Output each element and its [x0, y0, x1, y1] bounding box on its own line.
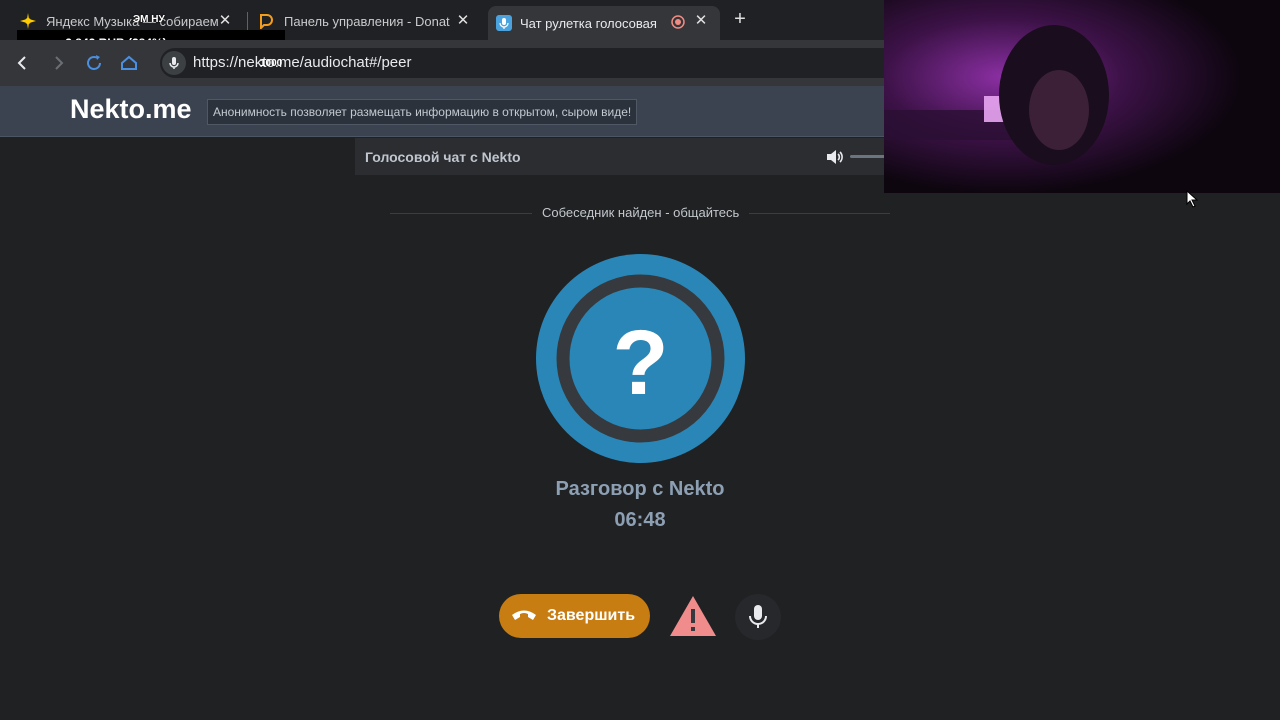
forward-icon[interactable]	[47, 52, 69, 74]
yandex-music-icon	[20, 13, 36, 29]
chat-title: Голосовой чат с Nekto	[365, 149, 521, 165]
close-tab-icon[interactable]: ✕	[454, 12, 472, 30]
peer-name: Разговор с Nekto	[555, 478, 725, 500]
tab-label: Панель управления - Donatio	[284, 13, 450, 29]
mute-mic-button[interactable]	[735, 594, 781, 640]
site-logo[interactable]: Nekto.me	[70, 94, 192, 125]
volume-icon[interactable]	[825, 147, 845, 167]
new-tab-button[interactable]: +	[730, 9, 750, 29]
reload-icon[interactable]	[83, 52, 105, 74]
volume-slider[interactable]	[850, 155, 885, 158]
mic-icon	[749, 605, 767, 628]
status-text: Собеседник найден - общайтесь	[532, 205, 750, 220]
end-call-button[interactable]: Завершить	[499, 594, 650, 638]
close-tab-icon[interactable]: ✕	[216, 12, 234, 30]
mic-tab-icon	[496, 15, 512, 31]
chat-header: Голосовой чат с Nekto	[355, 138, 885, 175]
site-header: Nekto.me Анонимность позволяет размещать…	[0, 86, 884, 137]
url-text: https://nekto.me/audiochat#/peer	[193, 54, 412, 71]
end-call-label: Завершить	[547, 607, 636, 624]
unknown-peer-icon: ?	[612, 312, 668, 414]
mouse-cursor-icon	[1186, 190, 1199, 208]
donationalerts-icon	[260, 14, 273, 29]
stream-overlay-badge: ЭМ НУ	[133, 14, 165, 25]
tab-donationalerts[interactable]: Панель управления - Donatio ✕	[254, 6, 482, 36]
tab-nekto-audiochat[interactable]: Чат рулетка голосовая — ✕	[488, 6, 720, 40]
close-tab-icon[interactable]: ✕	[692, 12, 710, 30]
address-bar[interactable]: https://nekto.me/audiochat#/peer 1000	[160, 48, 884, 78]
site-tagline: Анонимность позволяет размещать информац…	[207, 99, 638, 125]
report-warning-icon[interactable]	[668, 594, 718, 638]
site-mic-indicator[interactable]	[162, 51, 186, 75]
home-icon[interactable]	[118, 52, 140, 74]
back-icon[interactable]	[12, 52, 34, 74]
webcam-overlay	[884, 0, 1280, 193]
webcam-feed-image	[884, 0, 1280, 193]
peer-avatar: ?	[536, 254, 745, 463]
call-timer: 06:48	[614, 509, 666, 531]
mic-icon	[169, 57, 179, 69]
recording-icon	[671, 15, 685, 29]
tab-label: Чат рулетка голосовая —	[520, 15, 660, 31]
tab-divider	[247, 12, 248, 30]
browser-toolbar: https://nekto.me/audiochat#/peer 1000	[0, 40, 884, 86]
screen: { "browser": { "tabs": [ {"title": "Янде…	[0, 0, 1280, 720]
stream-overlay-counter: 1000	[260, 58, 283, 69]
hang-up-icon	[512, 610, 536, 620]
